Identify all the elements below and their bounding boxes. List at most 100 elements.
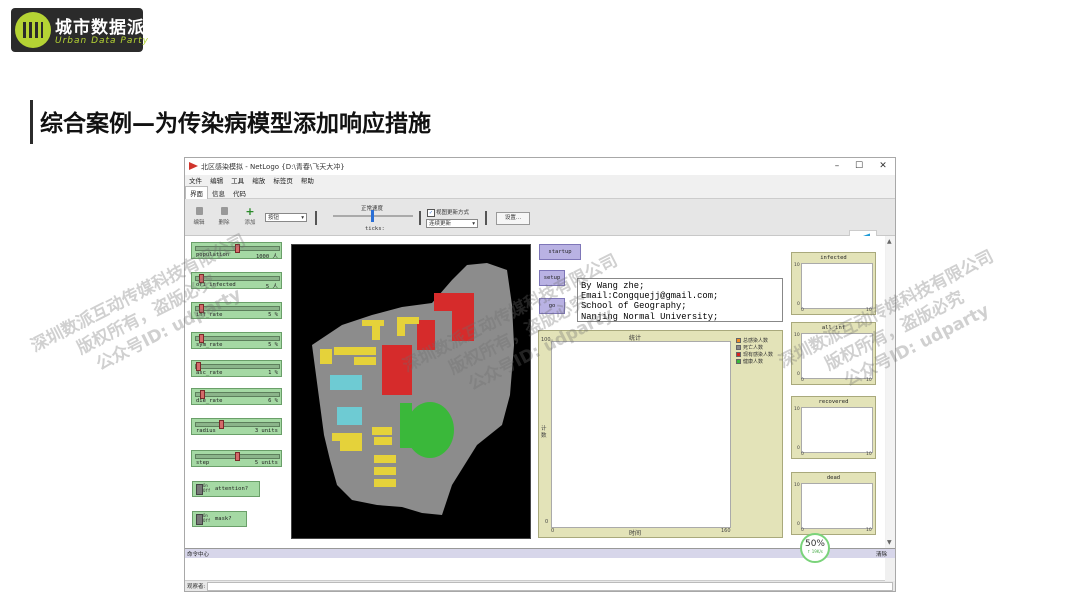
plot-legend-item: 现有感染人数 bbox=[736, 351, 773, 358]
tab-info[interactable]: 信息 bbox=[208, 187, 229, 199]
building-yellow bbox=[397, 317, 419, 324]
edit-button[interactable]: 编辑 bbox=[189, 207, 209, 226]
command-input[interactable] bbox=[207, 582, 893, 591]
menu-tabs[interactable]: 标签页 bbox=[273, 177, 293, 185]
netlogo-app-icon bbox=[189, 162, 198, 170]
building-cyan bbox=[337, 407, 362, 425]
clear-button[interactable]: 清除 bbox=[876, 550, 887, 558]
monitor-x-tick: 10 bbox=[866, 452, 872, 457]
minimize-button[interactable]: – bbox=[827, 160, 847, 173]
command-input-row: 观察者: bbox=[185, 581, 895, 591]
update-mode-select[interactable]: 连续更新 ▾ bbox=[426, 219, 478, 228]
plot-y-label: 计数 bbox=[541, 426, 547, 439]
scroll-up-icon[interactable]: ▲ bbox=[887, 238, 892, 245]
plot-legend-item: 死亡人数 bbox=[736, 344, 763, 351]
add-button[interactable]: + 添加 bbox=[240, 206, 260, 226]
menu-edit[interactable]: 编辑 bbox=[210, 177, 223, 185]
slider-value: 6 % bbox=[268, 398, 278, 404]
monitor-plot-area bbox=[801, 407, 873, 453]
maximize-button[interactable]: ☐ bbox=[849, 160, 869, 173]
menu-help[interactable]: 帮助 bbox=[301, 177, 314, 185]
switch-state: On Off bbox=[203, 483, 211, 493]
building-cyan bbox=[330, 375, 362, 390]
menu-zoom[interactable]: 缩放 bbox=[252, 177, 265, 185]
settings-button[interactable]: 设置... bbox=[496, 212, 530, 225]
building-yellow bbox=[374, 479, 396, 487]
ticks-label: ticks: bbox=[365, 226, 385, 232]
world-view[interactable] bbox=[291, 244, 531, 539]
building-red bbox=[434, 293, 474, 311]
close-button[interactable]: ✕ bbox=[873, 160, 893, 173]
speed-slider-thumb[interactable] bbox=[371, 210, 374, 222]
title-accent-bar bbox=[30, 100, 33, 144]
plot-area bbox=[551, 341, 731, 528]
slider-value: 1000 人 bbox=[255, 254, 278, 260]
slider-thumb[interactable] bbox=[235, 452, 240, 461]
plot-x-tick: 0 bbox=[551, 528, 555, 534]
slider-track[interactable] bbox=[195, 422, 280, 427]
stats-plot: 统计 100 0 计数 0 160 时间 总感染人数 死亡人数 现有感染人数 健康人数 bbox=[538, 330, 783, 538]
mask-switch[interactable]: On Off mask? bbox=[192, 511, 247, 527]
slider-radius[interactable]: radius 3 units bbox=[191, 418, 282, 435]
building-yellow bbox=[334, 347, 356, 355]
slider-thumb[interactable] bbox=[219, 420, 224, 429]
legend-swatch bbox=[736, 345, 741, 350]
toolbar-divider bbox=[419, 211, 421, 225]
plot-legend-item: 健康人数 bbox=[736, 358, 763, 365]
slider-track[interactable] bbox=[195, 392, 280, 397]
monitor-y-tick: 10 bbox=[794, 263, 800, 268]
monitor-y-tick: 0 bbox=[797, 302, 800, 307]
view-updates-checkbox[interactable]: ✓ bbox=[427, 209, 435, 217]
logo-mark-icon bbox=[15, 12, 51, 48]
building-yellow bbox=[372, 326, 380, 340]
interface-area: population 1000 人 ori_infected 5 人 inf_rate 5… bbox=[185, 236, 885, 548]
slider-name: sym_rate bbox=[196, 342, 223, 348]
startup-button[interactable]: startup bbox=[539, 244, 581, 260]
view-updates-label: 视图更新方式 bbox=[436, 210, 470, 216]
delete-button[interactable]: 删除 bbox=[214, 207, 234, 226]
switch-state: On Off bbox=[203, 513, 211, 523]
observer-label: 观察者: bbox=[187, 584, 206, 590]
slider-track[interactable] bbox=[195, 364, 280, 369]
building-yellow bbox=[320, 349, 332, 364]
slider-name: radius bbox=[196, 428, 216, 434]
tab-interface[interactable]: 界面 bbox=[185, 186, 208, 199]
progress-speed: ↑ 19K/s bbox=[807, 549, 823, 554]
menu-tools[interactable]: 工具 bbox=[231, 177, 244, 185]
interface-toolbar: 编辑 删除 + 添加 按钮 ▾ 正常速度 ticks: ✓ 视图更新方式 连续更新 ▾… bbox=[185, 199, 895, 258]
switch-knob bbox=[196, 514, 203, 525]
slider-track[interactable] bbox=[195, 336, 280, 341]
window-titlebar: 北区感染模拟 - NetLogo {D:\青春\飞天大冲} – ☐ ✕ bbox=[185, 158, 895, 175]
menu-file[interactable]: 文件 bbox=[189, 177, 202, 185]
switch-knob bbox=[196, 484, 203, 495]
monitor-title: dead bbox=[826, 475, 841, 481]
monitor-y-tick: 10 bbox=[794, 407, 800, 412]
monitor-x-tick: 0 bbox=[801, 452, 804, 457]
legend-label: 健康人数 bbox=[743, 359, 764, 365]
progress-badge: 50% ↑ 19K/s bbox=[800, 533, 830, 563]
switch-label: attention? bbox=[215, 486, 249, 492]
slider-value: 5 % bbox=[268, 312, 278, 318]
building-yellow bbox=[362, 320, 384, 326]
building-yellow bbox=[332, 433, 362, 441]
tab-code[interactable]: 代码 bbox=[229, 187, 250, 199]
building-yellow bbox=[354, 347, 376, 355]
monitor-y-tick: 0 bbox=[797, 522, 800, 527]
building-yellow bbox=[397, 324, 405, 336]
widget-type-select[interactable]: 按钮 ▾ bbox=[265, 213, 307, 222]
attention-switch[interactable]: On Off attention? bbox=[192, 481, 260, 497]
slider-die-rate[interactable]: die_rate 6 % bbox=[191, 388, 282, 405]
slider-asc-rate[interactable]: asc_rate 1 % bbox=[191, 360, 282, 377]
slider-name: asc_rate bbox=[196, 370, 223, 376]
slider-value: 5 units bbox=[254, 460, 278, 466]
slider-step[interactable]: step 5 units bbox=[191, 450, 282, 467]
building-yellow bbox=[372, 427, 392, 435]
vertical-scrollbar[interactable]: ▲ ▼ bbox=[886, 236, 895, 548]
plot-y-tick: 0 bbox=[545, 519, 549, 525]
scroll-down-icon[interactable]: ▼ bbox=[887, 539, 892, 546]
toolbar-divider bbox=[315, 211, 317, 225]
slider-value: 1 % bbox=[268, 370, 278, 376]
monitor-x-tick: 0 bbox=[801, 308, 804, 313]
slider-sym-rate[interactable]: sym_rate 5 % bbox=[191, 332, 282, 349]
monitor-x-tick: 0 bbox=[801, 528, 804, 533]
